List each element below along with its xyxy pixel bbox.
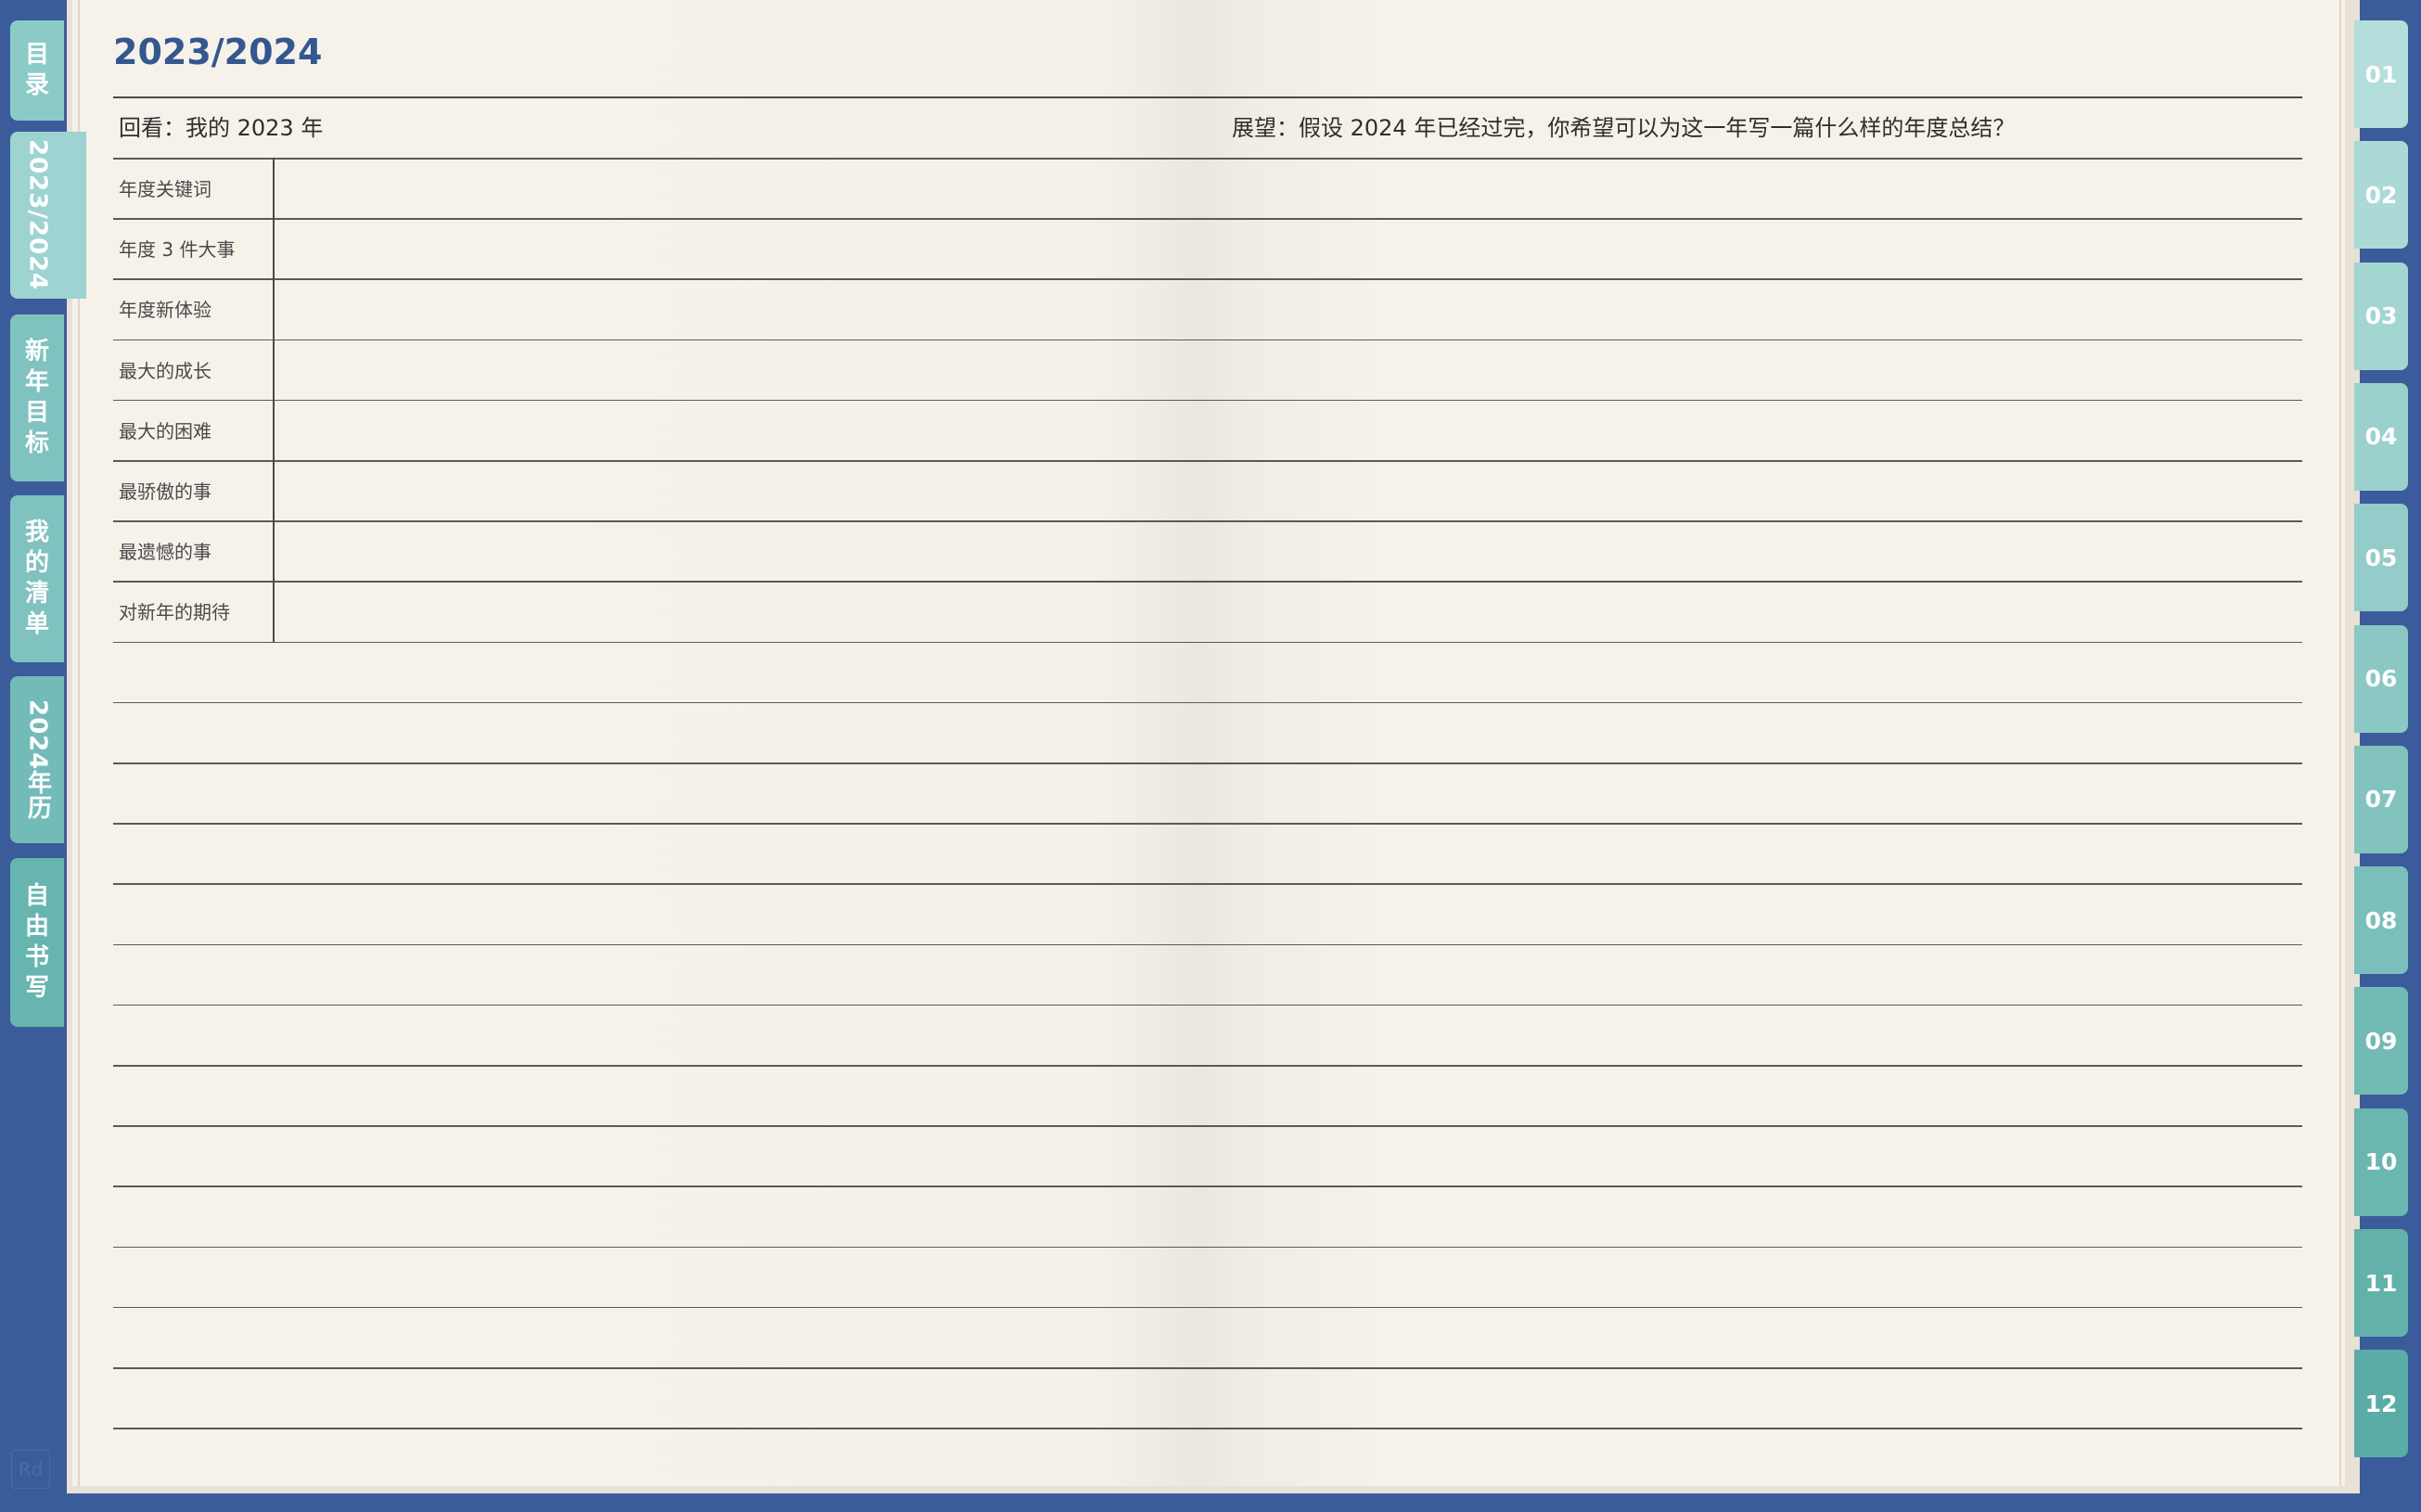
- tab-label: 我的清单: [24, 519, 49, 638]
- tab-2023-2024[interactable]: 2023/2024: [10, 132, 86, 299]
- row-label: 最遗憾的事: [119, 541, 211, 564]
- month-tab-12[interactable]: 12: [2354, 1350, 2408, 1458]
- tab-toc[interactable]: 目录: [10, 20, 64, 121]
- row-label: 年度关键词: [119, 178, 211, 200]
- row-label: 对新年的期待: [119, 601, 230, 624]
- tab-calendar-2024[interactable]: 2024年历: [10, 676, 64, 843]
- month-tab-01[interactable]: 01: [2354, 20, 2408, 128]
- writing-line: [113, 1306, 2302, 1309]
- tab-free-writing[interactable]: 自由书写: [10, 858, 64, 1027]
- writing-line: [113, 1246, 2302, 1249]
- writing-line: [113, 641, 2302, 644]
- tab-my-list[interactable]: 我的清单: [10, 495, 64, 662]
- table-row-rule: [113, 460, 2302, 462]
- tab-label: 新年目标: [24, 338, 49, 457]
- writing-line: [113, 1185, 2302, 1187]
- page-right-edge: [2339, 0, 2341, 1486]
- month-tab-03[interactable]: 03: [2354, 262, 2408, 370]
- writing-line: [113, 943, 2302, 946]
- title-underline: [113, 96, 2302, 98]
- tab-label: 2024年历: [23, 698, 52, 821]
- row-label: 年度新体验: [119, 299, 211, 322]
- row-label: 最大的困难: [119, 419, 211, 442]
- month-tab-07[interactable]: 07: [2354, 745, 2408, 853]
- writing-line: [113, 823, 2302, 825]
- label-column-divider: [273, 158, 275, 642]
- watermark-logo: Rd: [11, 1450, 50, 1489]
- writing-line: [113, 1428, 2302, 1429]
- table-row-rule: [113, 339, 2302, 341]
- writing-line: [113, 1065, 2302, 1067]
- writing-line: [113, 883, 2302, 885]
- writing-line: [113, 1367, 2302, 1369]
- table-row-rule: [113, 278, 2302, 280]
- month-tab-08[interactable]: 08: [2354, 866, 2408, 975]
- writing-line: [113, 701, 2302, 704]
- tab-label: 自由书写: [24, 882, 49, 1002]
- row-label: 年度 3 件大事: [119, 238, 236, 262]
- table-row-rule: [113, 581, 2302, 583]
- month-tab-04[interactable]: 04: [2354, 382, 2408, 491]
- month-tab-06[interactable]: 06: [2354, 624, 2408, 733]
- review-header: 回看：我的 2023 年: [119, 115, 324, 141]
- page-title: 2023/2024: [113, 32, 323, 72]
- tab-label: 2023/2024: [23, 139, 52, 291]
- month-tab-05[interactable]: 05: [2354, 504, 2408, 612]
- writing-line: [113, 762, 2302, 764]
- table-row-rule: [113, 218, 2302, 220]
- table-row-rule: [113, 158, 2302, 160]
- month-tab-09[interactable]: 09: [2354, 987, 2408, 1096]
- notebook-page[interactable]: [72, 0, 2345, 1486]
- table-row-rule: [113, 520, 2302, 522]
- row-label: 最骄傲的事: [119, 481, 211, 503]
- tab-label: 目录: [24, 41, 49, 99]
- month-tab-11[interactable]: 11: [2354, 1229, 2408, 1337]
- outlook-header: 展望：假设 2024 年已经过完，你希望可以为这一年写一篇什么样的年度总结？: [1232, 115, 2016, 141]
- tab-new-year-goals[interactable]: 新年目标: [10, 314, 64, 481]
- writing-line: [113, 1125, 2302, 1127]
- writing-line: [113, 1004, 2302, 1006]
- row-label: 最大的成长: [119, 359, 211, 382]
- month-tab-10[interactable]: 10: [2354, 1108, 2408, 1216]
- table-row-rule: [113, 399, 2302, 402]
- month-tab-02[interactable]: 02: [2354, 141, 2408, 250]
